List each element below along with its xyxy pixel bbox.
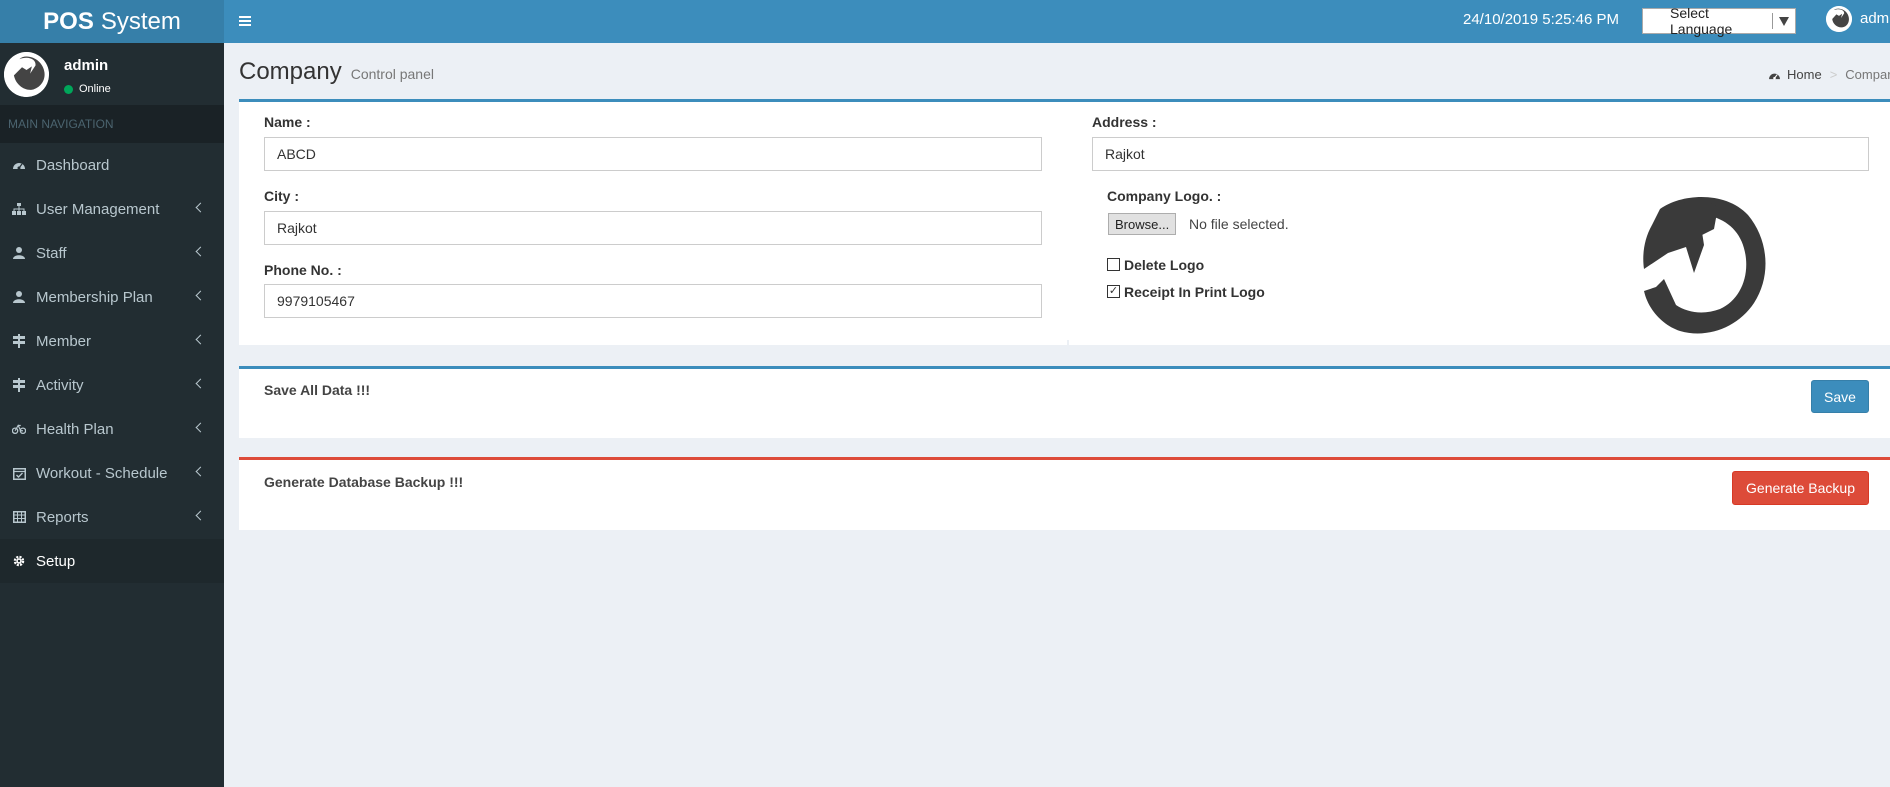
- chevron-left-icon: [195, 422, 206, 433]
- signpost-icon: [12, 378, 26, 392]
- sidebar-item-label: Reports: [36, 508, 89, 526]
- save-button[interactable]: Save: [1811, 380, 1869, 413]
- sidebar-item-label: User Management: [36, 200, 160, 218]
- save-data-box: [239, 366, 1890, 438]
- language-select[interactable]: Select Language: [1642, 5, 1796, 37]
- current-datetime: 24/10/2019 5:25:46 PM: [1463, 11, 1619, 28]
- address-label: Address :: [1092, 114, 1157, 130]
- company-logo-preview-icon: [1630, 185, 1770, 335]
- sidebar: admin Online MAIN NAVIGATION Dashboard U…: [0, 43, 224, 787]
- browse-button[interactable]: Browse...: [1108, 213, 1177, 235]
- top-user-name[interactable]: admin: [1860, 10, 1890, 27]
- status-text: Online: [79, 83, 111, 95]
- online-dot-icon: [64, 84, 73, 94]
- receipt-logo-checkbox[interactable]: ✓: [1107, 285, 1120, 298]
- dashboard-icon: [1768, 70, 1781, 80]
- user-avatar-icon[interactable]: [1826, 6, 1852, 32]
- sidebar-item-reports[interactable]: Reports: [0, 495, 224, 539]
- sidebar-item-activity[interactable]: Activity: [0, 363, 224, 407]
- calendar-check-icon: [12, 466, 26, 480]
- sidebar-avatar-icon: [4, 52, 49, 97]
- bicycle-icon: [12, 422, 26, 436]
- sidebar-item-label: Setup: [36, 552, 76, 570]
- delete-logo-checkbox[interactable]: [1107, 258, 1120, 271]
- sitemap-icon: [12, 202, 26, 216]
- sidebar-item-label: Dashboard: [36, 156, 110, 174]
- signpost-icon: [12, 334, 26, 348]
- address-input[interactable]: [1092, 137, 1869, 171]
- app-logo[interactable]: POS System: [0, 0, 224, 43]
- chevron-left-icon: [195, 466, 206, 477]
- sidebar-user-name: admin: [64, 57, 109, 74]
- sidebar-item-user-management[interactable]: User Management: [0, 187, 224, 231]
- phone-label: Phone No. :: [264, 262, 342, 278]
- logo-light-text: System: [100, 7, 181, 35]
- sidebar-item-workout-schedule[interactable]: Workout - Schedule: [0, 451, 224, 495]
- sidebar-item-member[interactable]: Member: [0, 319, 224, 363]
- chevron-left-icon: [195, 378, 206, 389]
- page-title: Company: [239, 58, 342, 85]
- user-panel: admin Online: [0, 43, 224, 105]
- top-navbar: POS System 24/10/2019 5:25:46 PM Select …: [0, 0, 1890, 43]
- chevron-left-icon: [195, 246, 206, 257]
- sidebar-item-setup[interactable]: Setup: [0, 539, 224, 583]
- check-icon: ✓: [1108, 285, 1119, 297]
- city-input[interactable]: [264, 211, 1042, 245]
- chevron-left-icon: [195, 334, 206, 345]
- breadcrumb-current: Compar: [1845, 67, 1890, 82]
- sidebar-item-label: Staff: [36, 244, 67, 262]
- file-status: No file selected.: [1189, 216, 1289, 232]
- online-status: Online: [64, 83, 111, 95]
- user-icon: [12, 290, 26, 304]
- generate-backup-button[interactable]: Generate Backup: [1732, 471, 1869, 505]
- dropdown-arrow-icon: [1779, 16, 1789, 26]
- backup-box: [239, 457, 1890, 530]
- sidebar-item-label: Membership Plan: [36, 288, 153, 306]
- breadcrumb: Home > Compar: [1768, 67, 1890, 82]
- logo-bold-text: POS: [43, 7, 94, 35]
- nav-header: MAIN NAVIGATION: [0, 105, 224, 143]
- sidebar-item-membership-plan[interactable]: Membership Plan: [0, 275, 224, 319]
- sidebar-item-staff[interactable]: Staff: [0, 231, 224, 275]
- user-icon: [12, 246, 26, 260]
- page-subtitle: Control panel: [350, 66, 434, 82]
- delete-logo-label: Delete Logo: [1124, 257, 1205, 273]
- backup-box-title: Generate Database Backup !!!: [264, 474, 464, 490]
- sidebar-item-label: Member: [36, 332, 92, 350]
- dashboard-icon: [12, 158, 26, 172]
- table-icon: [12, 510, 26, 524]
- chevron-left-icon: [195, 510, 206, 521]
- sidebar-item-label: Workout - Schedule: [36, 464, 168, 482]
- name-input[interactable]: [264, 137, 1042, 171]
- language-select-value: Select Language: [1670, 5, 1733, 37]
- sidebar-toggle-icon[interactable]: [236, 8, 254, 34]
- breadcrumb-home-link[interactable]: Home: [1787, 67, 1822, 82]
- gear-icon: [12, 554, 26, 568]
- chevron-left-icon: [195, 202, 206, 213]
- phone-input[interactable]: [264, 284, 1042, 318]
- save-box-title: Save All Data !!!: [264, 382, 371, 398]
- sidebar-item-label: Activity: [36, 376, 84, 394]
- name-label: Name :: [264, 114, 311, 130]
- company-logo-label: Company Logo. :: [1107, 188, 1222, 204]
- receipt-logo-label: Receipt In Print Logo: [1124, 284, 1265, 300]
- sidebar-item-label: Health Plan: [36, 420, 114, 438]
- chevron-left-icon: [195, 290, 206, 301]
- sidebar-item-dashboard[interactable]: Dashboard: [0, 143, 224, 187]
- sidebar-item-health-plan[interactable]: Health Plan: [0, 407, 224, 451]
- city-label: City :: [264, 188, 299, 204]
- content-header: Company Control panel: [239, 58, 434, 86]
